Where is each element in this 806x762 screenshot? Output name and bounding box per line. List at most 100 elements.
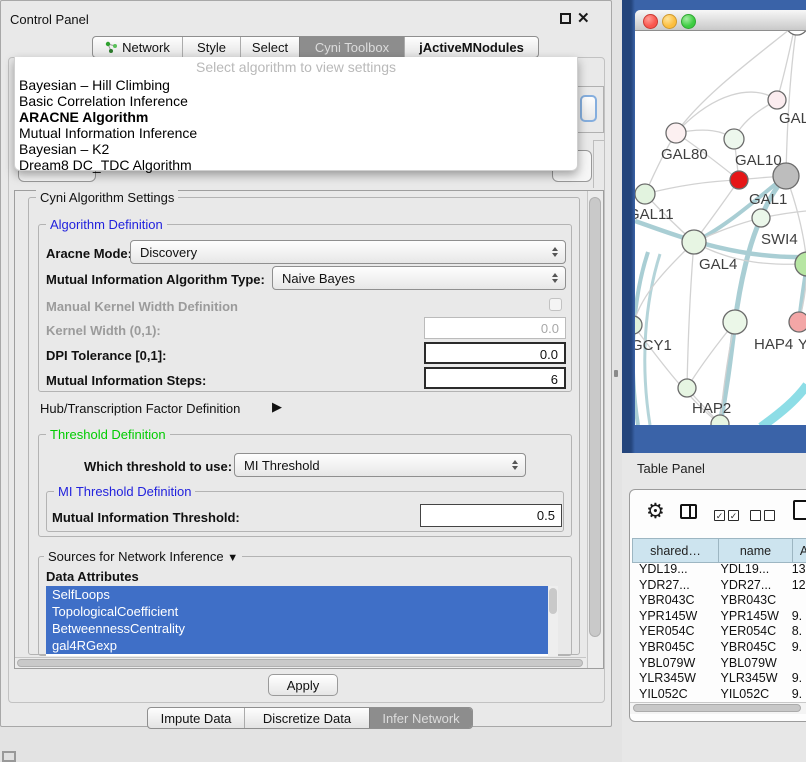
network-node[interactable] bbox=[682, 230, 706, 254]
table-row[interactable]: YDL19...YDL19...13 bbox=[631, 562, 806, 578]
split-columns-icon[interactable] bbox=[680, 504, 697, 519]
gear-icon[interactable]: ⚙ bbox=[646, 499, 665, 524]
manual-kernel-width-label: Manual Kernel Width Definition bbox=[46, 299, 238, 314]
node-label: HAP4 bbox=[754, 336, 793, 353]
table-row[interactable]: YBR043CYBR043C bbox=[631, 593, 806, 609]
table-rows: YDL19...YDL19...13YDR27...YDR27...12YBR0… bbox=[631, 562, 806, 702]
node-label: Y bbox=[798, 336, 806, 353]
dropdown-item[interactable]: ARACNE Algorithm bbox=[15, 109, 577, 125]
tab-select[interactable]: Select bbox=[240, 37, 299, 57]
minimize-button[interactable] bbox=[662, 14, 677, 29]
attribute-list-item[interactable]: TopologicalCoefficient bbox=[46, 603, 548, 620]
table-row[interactable]: YPR145WYPR145W9. bbox=[631, 609, 806, 625]
aracne-mode-combo[interactable]: Discovery bbox=[130, 240, 566, 264]
tab-jactivemnodules[interactable]: jActiveMNodules bbox=[404, 37, 538, 57]
tab-discretize-data[interactable]: Discretize Data bbox=[244, 708, 369, 728]
close-button[interactable] bbox=[643, 14, 658, 29]
column-header-clipped[interactable]: A bbox=[792, 538, 806, 563]
zoom-button[interactable] bbox=[681, 14, 696, 29]
kernel-width-label: Kernel Width (0,1): bbox=[46, 323, 161, 338]
column-header-name[interactable]: name bbox=[718, 538, 793, 563]
table-horizontal-scrollbar-thumb[interactable] bbox=[633, 704, 801, 712]
mi-threshold-field[interactable]: 0.5 bbox=[420, 504, 562, 527]
node-label: GAL bbox=[779, 110, 806, 127]
network-node[interactable] bbox=[768, 91, 786, 109]
dropdown-item[interactable]: Mutual Information Inference bbox=[15, 125, 577, 141]
node-label: GAL11 bbox=[635, 206, 674, 223]
network-node[interactable] bbox=[724, 129, 744, 149]
dpi-tolerance-field[interactable]: 0.0 bbox=[424, 342, 566, 364]
which-threshold-label: Which threshold to use: bbox=[84, 459, 232, 474]
hub-definition-label[interactable]: Hub/Transcription Factor Definition bbox=[40, 401, 240, 416]
network-node[interactable] bbox=[752, 209, 770, 227]
select-all-icon[interactable]: ✓ bbox=[728, 510, 739, 521]
table-row[interactable]: YDR27...YDR27...12 bbox=[631, 578, 806, 594]
tab-network[interactable]: Network bbox=[93, 37, 182, 57]
close-icon[interactable]: ✕ bbox=[577, 9, 590, 27]
network-node[interactable] bbox=[666, 123, 686, 143]
select-all-icon[interactable]: ✓ bbox=[714, 510, 725, 521]
attribute-list-item[interactable]: gal4RGexp bbox=[46, 637, 548, 654]
attribute-list-item[interactable]: BetweennessCentrality bbox=[46, 620, 548, 637]
control-panel-title: Control Panel bbox=[10, 12, 89, 27]
network-node[interactable] bbox=[773, 163, 799, 189]
tab-impute-data[interactable]: Impute Data bbox=[148, 708, 244, 728]
table-row[interactable]: YER054CYER054C8. bbox=[631, 624, 806, 640]
which-threshold-combo[interactable]: MI Threshold bbox=[234, 453, 526, 477]
table-row[interactable]: YLR345WYLR345W9. bbox=[631, 671, 806, 687]
node-label: GAL80 bbox=[661, 146, 708, 163]
settings-vertical-scrollbar-thumb[interactable] bbox=[589, 197, 601, 637]
tab-cyni-toolbox[interactable]: Cyni Toolbox bbox=[299, 37, 404, 57]
splitter-handle[interactable] bbox=[614, 370, 618, 377]
bottom-tabs: Impute Data Discretize Data Infer Networ… bbox=[147, 707, 473, 729]
mi-steps-field[interactable]: 6 bbox=[424, 367, 566, 389]
network-window-titlebar[interactable] bbox=[635, 10, 806, 31]
float-window-icon[interactable] bbox=[560, 13, 571, 24]
network-node[interactable] bbox=[789, 312, 806, 332]
mi-algorithm-type-label: Mutual Information Algorithm Type: bbox=[46, 272, 265, 287]
deselect-all-icon[interactable] bbox=[764, 510, 775, 521]
tab-infer-network[interactable]: Infer Network bbox=[369, 708, 472, 728]
network-node[interactable] bbox=[678, 379, 696, 397]
cyni-algorithm-settings-legend: Cyni Algorithm Settings bbox=[36, 190, 178, 205]
table-row[interactable]: YBR045CYBR045C9. bbox=[631, 640, 806, 656]
dropdown-item[interactable]: Bayesian – K2 bbox=[15, 141, 577, 157]
node-label: GAL10 bbox=[735, 152, 782, 169]
dropdown-item[interactable]: Bayesian – Hill Climbing bbox=[15, 77, 577, 93]
dropdown-item[interactable]: Basic Correlation Inference bbox=[15, 93, 577, 109]
corner-grip[interactable] bbox=[2, 751, 16, 762]
expand-arrow-icon[interactable]: ▼ bbox=[227, 552, 238, 564]
algorithm-dropdown-popup: Select algorithm to view settings Bayesi… bbox=[14, 57, 578, 171]
manual-kernel-width-checkbox[interactable] bbox=[549, 298, 562, 311]
combo-stepper-icon bbox=[512, 460, 518, 470]
apply-button[interactable]: Apply bbox=[268, 674, 338, 696]
dropdown-item[interactable]: Dream8 DC_TDC Algorithm bbox=[15, 157, 577, 173]
focused-combo-stepper bbox=[580, 95, 597, 122]
dropdown-placeholder: Select algorithm to view settings bbox=[15, 57, 577, 77]
attributes-list-scrollbar-thumb[interactable] bbox=[549, 588, 557, 614]
threshold-definition-legend: Threshold Definition bbox=[46, 427, 170, 442]
collapse-arrow-icon[interactable]: ▶ bbox=[272, 399, 282, 415]
data-attributes-label: Data Attributes bbox=[46, 569, 139, 584]
node-label: GAL4 bbox=[699, 256, 737, 273]
network-node[interactable] bbox=[723, 310, 747, 334]
network-node[interactable] bbox=[635, 316, 642, 334]
attribute-list-item[interactable]: SelfLoops bbox=[46, 586, 548, 603]
table-header-row: shared… name A bbox=[630, 538, 806, 562]
column-header-shared-name[interactable]: shared… bbox=[632, 538, 719, 563]
table-row[interactable]: YBL079WYBL079W bbox=[631, 656, 806, 672]
deselect-all-icon[interactable] bbox=[750, 510, 761, 521]
table-row[interactable]: YIL052CYIL052C9. bbox=[631, 687, 806, 702]
network-node[interactable] bbox=[635, 184, 655, 204]
network-node[interactable] bbox=[730, 171, 748, 189]
kernel-width-field[interactable]: 0.0 bbox=[424, 317, 566, 339]
new-document-icon[interactable] bbox=[793, 500, 806, 520]
network-canvas[interactable]: GALGAL80GAL10GAL1GAL11SWI4GAL4GCY1HAP4YH… bbox=[635, 31, 806, 425]
settings-horizontal-scrollbar-thumb[interactable] bbox=[17, 659, 583, 667]
aracne-mode-label: Aracne Mode: bbox=[46, 246, 132, 261]
tab-style[interactable]: Style bbox=[182, 37, 240, 57]
mi-algorithm-type-combo[interactable]: Naive Bayes bbox=[272, 266, 566, 290]
network-node[interactable] bbox=[786, 31, 806, 35]
node-label: SWI4 bbox=[761, 231, 798, 248]
data-attributes-list[interactable]: SelfLoopsTopologicalCoefficientBetweenne… bbox=[46, 586, 548, 656]
